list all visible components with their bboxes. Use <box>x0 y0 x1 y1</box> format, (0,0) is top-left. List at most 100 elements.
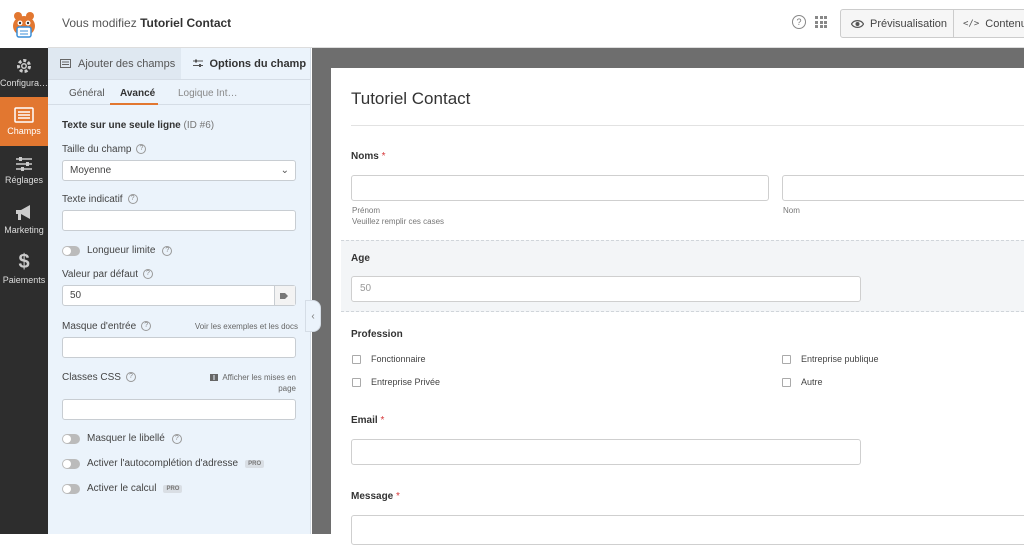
autocomplete-row[interactable]: Activer l'autocomplétion d'adresse PRO <box>62 458 265 469</box>
dollar-icon: $ <box>18 251 30 273</box>
help-icon[interactable]: ? <box>142 269 153 280</box>
last-name-input[interactable] <box>782 175 1024 201</box>
css-classes-input[interactable] <box>62 399 296 420</box>
default-value-input[interactable]: 50 <box>62 285 296 306</box>
wpforms-logo[interactable] <box>0 0 48 48</box>
calculation-toggle[interactable] <box>62 483 80 494</box>
field-type-title: Texte sur une seule ligne (ID #6) <box>62 120 214 131</box>
subtab-logic[interactable]: Logique Int… <box>178 88 238 99</box>
option-subtabs: Général Avancé Logique Int… <box>48 80 310 105</box>
hide-label-text: Masquer le libellé <box>87 433 165 444</box>
panel-tabs: Ajouter des champs Options du champ <box>48 48 310 80</box>
help-icon[interactable]: ? <box>171 433 182 444</box>
fields-icon <box>14 107 34 123</box>
hide-label-toggle[interactable] <box>62 433 80 444</box>
age-label: Age <box>351 253 370 264</box>
css-classes-label: Classes CSS? <box>62 372 136 383</box>
age-input[interactable]: 50 <box>351 276 861 302</box>
nav-item-payments[interactable]: $ Paiements <box>0 244 48 293</box>
gear-icon <box>17 59 31 73</box>
age-placeholder: 50 <box>360 283 372 294</box>
limit-toggle[interactable] <box>62 245 80 256</box>
names-label: Noms * <box>351 151 386 162</box>
nav-item-fields[interactable]: Champs <box>0 97 48 146</box>
list-icon <box>60 59 71 68</box>
message-label: Message * <box>351 491 400 502</box>
preview-label: Prévisualisation <box>870 17 948 30</box>
collapse-panel-button[interactable]: ‹ <box>305 300 321 332</box>
checkbox-option[interactable]: Entreprise Privée <box>352 377 440 387</box>
checkbox[interactable] <box>352 354 361 364</box>
page-title: Vous modifiez Tutoriel Contact <box>62 16 231 30</box>
checkbox[interactable] <box>352 377 361 387</box>
nav-label: Champs <box>7 126 41 136</box>
pro-badge: PRO <box>163 484 183 493</box>
code-icon: </> <box>963 18 980 29</box>
input-mask-label: Masque d'entrée? <box>62 321 152 332</box>
mask-examples-link[interactable]: Voir les exemples et les docs <box>188 322 298 331</box>
email-label: Email * <box>351 415 385 426</box>
last-name-sublabel: Nom <box>783 206 800 215</box>
input-mask-input[interactable] <box>62 337 296 358</box>
preview-button[interactable]: Prévisualisation <box>840 9 954 38</box>
first-name-sublabel: Prénom <box>352 206 381 215</box>
autocomplete-toggle[interactable] <box>62 458 80 469</box>
chevron-down-icon: ⌄ <box>280 165 289 176</box>
names-description: Veuillez remplir ces cases <box>352 217 445 226</box>
embed-button[interactable]: </> Contenu <box>953 9 1024 38</box>
tab-field-options[interactable]: Options du champ <box>180 48 310 79</box>
checkbox[interactable] <box>782 377 791 387</box>
embed-label: Contenu <box>985 17 1024 30</box>
required-mark: * <box>380 415 385 426</box>
required-mark: * <box>396 491 400 502</box>
pro-badge: PRO <box>245 459 265 468</box>
left-nav: Configura… Champs Réglages Marketing $ P… <box>0 48 48 534</box>
help-icon[interactable]: ? <box>125 372 136 383</box>
active-tab-indicator <box>110 103 158 105</box>
required-mark: * <box>381 151 386 162</box>
layout-icon <box>210 374 219 382</box>
smart-tags-icon[interactable] <box>274 286 295 305</box>
size-value: Moyenne <box>70 165 112 176</box>
nav-label: Configura… <box>0 78 48 88</box>
apps-grid-icon[interactable] <box>815 16 827 28</box>
nav-item-marketing[interactable]: Marketing <box>0 195 48 244</box>
limit-label: Longueur limite <box>87 245 156 256</box>
checkbox-option[interactable]: Fonctionnaire <box>352 354 426 364</box>
help-icon[interactable]: ? <box>127 194 138 205</box>
show-layouts-link[interactable]: Afficher les mises en page <box>208 372 296 394</box>
title-prefix: Vous modifiez <box>62 16 137 30</box>
nav-label: Marketing <box>4 225 44 235</box>
calculation-row[interactable]: Activer le calcul PRO <box>62 483 183 494</box>
default-value: 50 <box>70 290 82 301</box>
nav-item-settings[interactable]: Réglages <box>0 146 48 195</box>
nav-label: Réglages <box>4 175 44 185</box>
checkbox[interactable] <box>782 354 791 364</box>
placeholder-label: Texte indicatif? <box>62 194 138 205</box>
hide-label-row[interactable]: Masquer le libellé ? <box>62 433 182 444</box>
help-icon[interactable]: ? <box>141 321 152 332</box>
message-textarea[interactable] <box>351 515 1024 545</box>
field-id: (ID #6) <box>183 120 215 131</box>
tab-add-fields[interactable]: Ajouter des champs <box>48 48 181 79</box>
placeholder-input[interactable] <box>62 210 296 231</box>
checkbox-option[interactable]: Entreprise publique <box>782 354 879 364</box>
limit-toggle-row[interactable]: Longueur limite ? <box>62 245 173 256</box>
subtab-general[interactable]: Général <box>69 88 105 99</box>
tab-label: Ajouter des champs <box>78 57 176 70</box>
help-icon[interactable]: ? <box>136 144 147 155</box>
nav-item-setup[interactable]: Configura… <box>0 48 48 97</box>
help-icon[interactable]: ? <box>162 245 173 256</box>
tab-label: Options du champ <box>209 57 307 70</box>
top-bar: Vous modifiez Tutoriel Contact ? Prévisu… <box>0 0 1024 48</box>
checkbox-option[interactable]: Autre <box>782 377 823 387</box>
eye-icon <box>851 19 864 28</box>
subtab-advanced[interactable]: Avancé <box>120 88 155 99</box>
size-select[interactable]: Moyenne ⌄ <box>62 160 296 181</box>
email-input[interactable] <box>351 439 861 465</box>
form-name: Tutoriel Contact <box>140 16 232 30</box>
help-icon[interactable]: ? <box>792 15 806 29</box>
sliders-icon <box>192 59 203 67</box>
first-name-input[interactable] <box>351 175 769 201</box>
profession-label: Profession <box>351 329 403 340</box>
